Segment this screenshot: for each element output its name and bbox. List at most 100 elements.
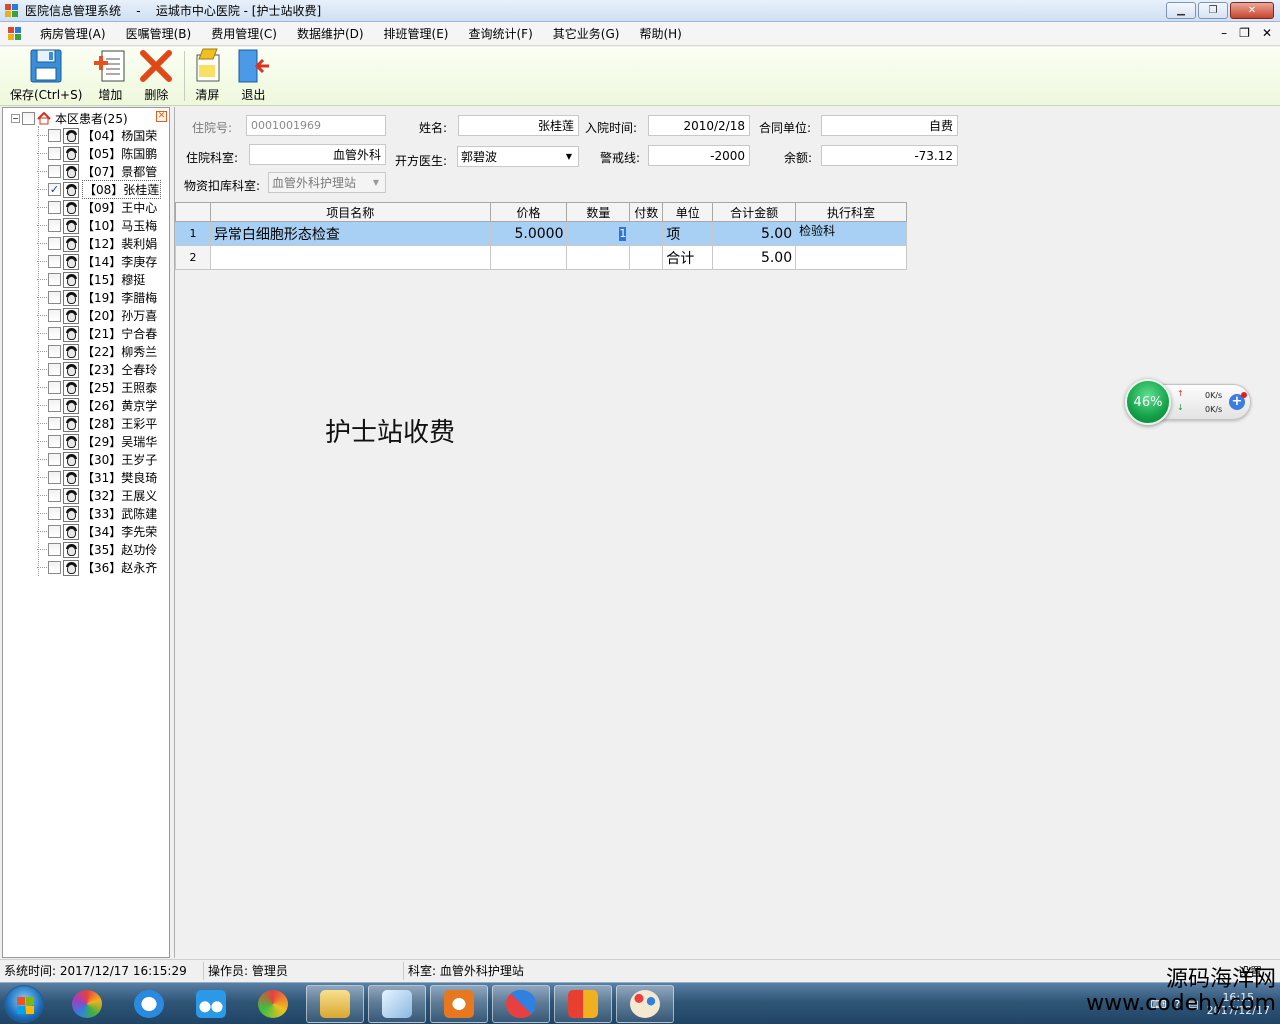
cell-total[interactable]: 5.00 (712, 221, 797, 246)
start-button[interactable] (4, 985, 44, 1023)
taskbar-app-his[interactable] (554, 985, 612, 1023)
mdi-close-button[interactable]: ✕ (1262, 26, 1272, 40)
patient-checkbox[interactable] (48, 129, 61, 142)
menu-help[interactable]: 帮助(H) (629, 25, 691, 42)
tree-patient-item[interactable]: 【14】李庚存 (37, 253, 157, 270)
patient-checkbox[interactable] (48, 273, 61, 286)
chevron-down-icon[interactable]: ▼ (563, 152, 575, 161)
col-price[interactable]: 价格 (489, 202, 568, 222)
patient-checkbox[interactable] (48, 165, 61, 178)
balance-field[interactable]: -73.12 (821, 145, 958, 166)
patient-checkbox[interactable] (48, 381, 61, 394)
tree-patient-item[interactable]: 【21】宁合春 (37, 325, 157, 342)
patient-checkbox[interactable] (48, 255, 61, 268)
deduct-dept-select[interactable]: 血管外科护理站 ▼ (268, 172, 386, 193)
contract-field[interactable]: 自费 (821, 115, 958, 136)
add-button[interactable]: 增加 (92, 47, 128, 105)
cell-item-name[interactable]: 异常白细胞形态检查 (209, 221, 491, 246)
patient-checkbox[interactable] (48, 327, 61, 340)
cell-qty[interactable]: 1 (566, 221, 631, 246)
qty-edit-value[interactable]: 1 (619, 227, 627, 241)
menu-query[interactable]: 查询统计(F) (459, 25, 543, 42)
network-monitor-widget[interactable]: 46% ↑ 0K/s ↓ 0K/s + (1125, 379, 1253, 425)
taskbar-app-notepad[interactable] (368, 985, 426, 1023)
taskbar-app-messenger[interactable] (120, 985, 178, 1023)
patient-checkbox[interactable] (48, 345, 61, 358)
warning-field[interactable]: -2000 (648, 145, 750, 166)
admission-no-field[interactable]: 0001001969 (246, 115, 386, 136)
tree-patient-item[interactable]: 【23】仝春玲 (37, 361, 157, 378)
tree-patient-item[interactable]: 【22】柳秀兰 (37, 343, 157, 360)
col-item-name[interactable]: 项目名称 (209, 202, 491, 222)
patient-checkbox[interactable] (48, 507, 61, 520)
cell-price[interactable]: 5.0000 (489, 221, 568, 246)
tree-patient-item[interactable]: 【26】黄京学 (37, 397, 157, 414)
menu-data[interactable]: 数据维护(D) (287, 25, 374, 42)
tree-patient-item[interactable]: 【35】赵功伶 (37, 541, 157, 558)
tree-patient-item[interactable]: 【12】裴利娟 (37, 235, 157, 252)
patient-checkbox[interactable] (48, 561, 61, 574)
taskbar-app-explorer[interactable] (306, 985, 364, 1023)
tree-patient-item[interactable]: 【29】吴瑞华 (37, 433, 157, 450)
close-button[interactable]: ✕ (1230, 2, 1274, 19)
tree-patient-item[interactable]: 【32】王展义 (37, 487, 157, 504)
patient-checkbox[interactable] (48, 147, 61, 160)
taskbar-app-browser[interactable] (244, 985, 302, 1023)
patient-checkbox[interactable]: ✓ (48, 183, 61, 196)
tree-patient-item[interactable]: 【15】穆挺 (37, 271, 145, 288)
tree-patient-item[interactable]: 【04】杨国荣 (37, 127, 157, 144)
taskbar-app-picasa[interactable] (58, 985, 116, 1023)
taskbar-app-paint[interactable] (616, 985, 674, 1023)
patient-checkbox[interactable] (48, 291, 61, 304)
tree-patient-item[interactable]: 【25】王照泰 (37, 379, 157, 396)
row-number[interactable]: 2 (175, 245, 211, 270)
maximize-button[interactable]: ❐ (1198, 2, 1228, 19)
table-row[interactable]: 1 异常白细胞形态检查 5.0000 1 项 5.00 检验科 (175, 221, 907, 246)
admit-time-field[interactable]: 2010/2/18 (648, 115, 750, 136)
tree-patient-item[interactable]: 【20】孙万喜 (37, 307, 157, 324)
tree-patient-item[interactable]: ✓ 【08】张桂莲 (37, 180, 162, 199)
menu-other[interactable]: 其它业务(G) (543, 25, 630, 42)
mdi-restore-button[interactable]: ❐ (1239, 26, 1250, 40)
cell-doses[interactable] (629, 221, 664, 246)
menu-ward[interactable]: 病房管理(A) (30, 25, 116, 42)
dept-field[interactable]: 血管外科 (249, 144, 386, 165)
patient-checkbox[interactable] (48, 399, 61, 412)
patient-checkbox[interactable] (48, 201, 61, 214)
cell-unit[interactable]: 合计 (662, 245, 714, 270)
row-number[interactable]: 1 (175, 221, 211, 246)
cell-exec-dept[interactable]: 检验科 (795, 221, 907, 246)
minimize-button[interactable]: ▁ (1166, 2, 1196, 19)
tree-patient-item[interactable]: 【05】陈国鹏 (37, 145, 157, 162)
tree-patient-item[interactable]: 【30】王岁子 (37, 451, 157, 468)
delete-button[interactable]: 删除 (138, 47, 174, 105)
col-unit[interactable]: 单位 (662, 202, 714, 222)
patient-checkbox[interactable] (48, 453, 61, 466)
patient-checkbox[interactable] (48, 543, 61, 556)
patient-checkbox[interactable] (48, 489, 61, 502)
cell-price[interactable] (489, 245, 568, 270)
taskbar-app-media[interactable] (430, 985, 488, 1023)
exit-button[interactable]: 退出 (235, 47, 271, 105)
tree-patient-item[interactable]: 【09】王中心 (37, 199, 157, 216)
patient-checkbox[interactable] (48, 417, 61, 430)
tree-patient-item[interactable]: 【36】赵永齐 (37, 559, 157, 576)
patient-checkbox[interactable] (48, 435, 61, 448)
tree-patient-item[interactable]: 【33】武陈建 (37, 505, 157, 522)
cell-total[interactable]: 5.00 (712, 245, 797, 270)
col-total[interactable]: 合计金额 (712, 202, 797, 222)
tree-patient-item[interactable]: 【34】李先荣 (37, 523, 157, 540)
taskbar-app-tool[interactable] (492, 985, 550, 1023)
patient-checkbox[interactable] (48, 309, 61, 322)
cell-unit[interactable]: 项 (662, 221, 714, 246)
cell-exec-dept[interactable] (795, 245, 907, 270)
tree-close-icon[interactable]: ✕ (156, 111, 167, 122)
tree-patient-item[interactable]: 【28】王彩平 (37, 415, 157, 432)
col-doses[interactable]: 付数 (629, 202, 664, 222)
collapse-icon[interactable]: − (11, 113, 20, 123)
cell-doses[interactable] (629, 245, 664, 270)
mdi-minimize-button[interactable]: – (1221, 26, 1227, 40)
memory-usage-ball[interactable]: 46% (1125, 379, 1171, 425)
save-button[interactable]: 保存(Ctrl+S) (10, 47, 82, 105)
patient-checkbox[interactable] (48, 219, 61, 232)
